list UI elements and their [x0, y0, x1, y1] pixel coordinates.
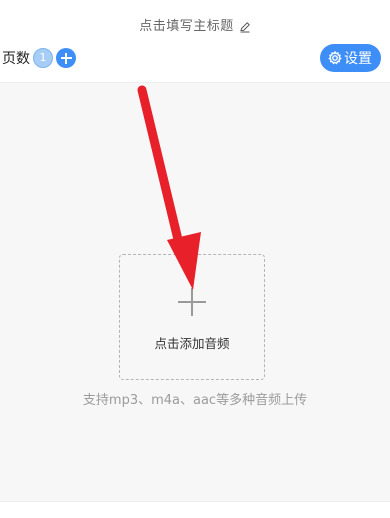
title-row: 点击填写主标题 — [0, 12, 390, 36]
page-count: 页数 1 — [2, 48, 76, 68]
add-page-button[interactable] — [56, 48, 76, 68]
settings-label: 设置 — [344, 51, 372, 67]
toolbar: 页数 1 设置 — [0, 40, 390, 78]
upload-hint: 支持mp3、m4a、aac等多种音频上传 — [82, 393, 308, 408]
settings-button[interactable]: 设置 — [320, 44, 381, 72]
gear-icon — [328, 50, 342, 65]
page-number-badge[interactable]: 1 — [33, 48, 53, 68]
audio-canvas: 点击添加音频 支持mp3、m4a、aac等多种音频上传 — [0, 82, 390, 502]
main-title[interactable]: 点击填写主标题 — [139, 15, 234, 34]
page-count-label: 页数 — [2, 51, 30, 67]
pencil-icon[interactable] — [239, 18, 251, 33]
add-audio-button[interactable]: 点击添加音频 — [119, 254, 265, 380]
audio-editor: 点击填写主标题 页数 1 设置 点击添加音频 支持mp3、m4a、aac等多种音… — [0, 0, 390, 518]
plus-icon — [178, 288, 206, 316]
add-audio-label: 点击添加音频 — [154, 336, 230, 351]
